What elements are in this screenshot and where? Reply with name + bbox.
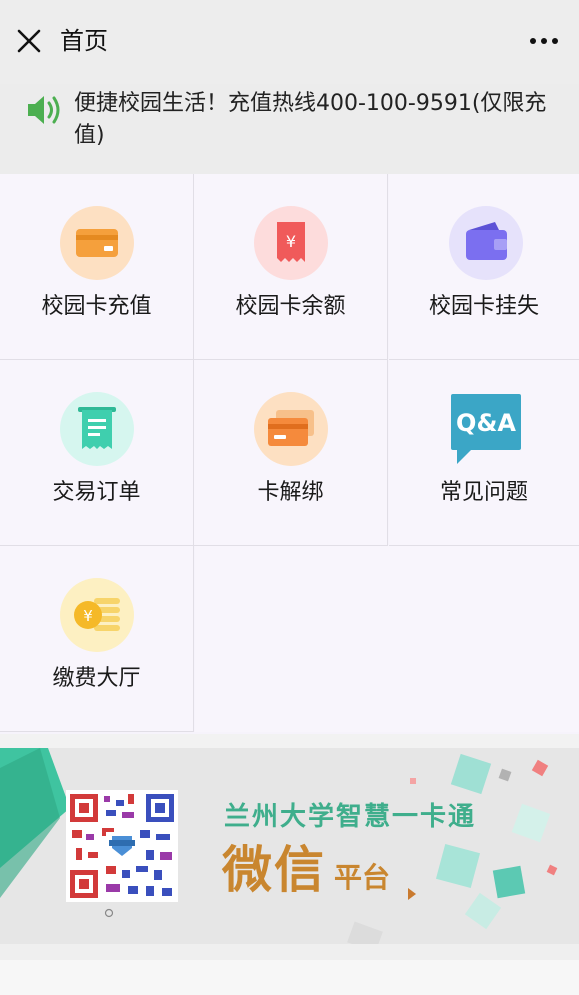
grid-empty-area <box>195 546 579 732</box>
promo-banner[interactable]: 兰州大学智慧一卡通 微信 平台 <box>0 748 579 944</box>
banner-bottom-spacer <box>0 944 579 960</box>
speaker-icon <box>28 96 60 124</box>
close-icon[interactable] <box>14 26 44 56</box>
svg-text:Q&A: Q&A <box>456 409 516 437</box>
qr-code-icon[interactable] <box>66 790 178 902</box>
notice-text: 便捷校园生活！充值热线400-100-9591(仅限充值) <box>74 91 547 148</box>
carousel-dot[interactable] <box>104 908 114 918</box>
svg-text:¥: ¥ <box>83 607 93 625</box>
grid-item-label: 校园卡充值 <box>41 294 152 319</box>
faq-qa-icon: Q&A <box>451 394 521 464</box>
wallet-icon <box>449 206 523 280</box>
more-icon[interactable] <box>527 28 561 54</box>
grid-item-faq[interactable]: Q&A 常见问题 <box>389 360 579 546</box>
banner-platform-text: 平台 <box>334 861 391 894</box>
footer-strip <box>0 960 579 995</box>
grid-item-label: 卡解绑 <box>257 480 324 505</box>
payment-coin-icon: ¥ <box>60 578 134 652</box>
notice-bar: 便捷校园生活！充值热线400-100-9591(仅限充值) <box>0 84 579 174</box>
grid-item-card-unbind[interactable]: 卡解绑 <box>194 360 388 546</box>
banner-wechat-text: 微信 <box>222 841 326 899</box>
function-grid: 校园卡充值 ¥ 校园卡余额 校园卡挂失 交易订单 卡解绑 Q&A 常见问题 ¥ … <box>0 174 579 734</box>
grid-item-label: 校园卡挂失 <box>428 294 539 319</box>
balance-receipt-icon: ¥ <box>254 206 328 280</box>
grid-item-card-recharge[interactable]: 校园卡充值 <box>0 174 194 360</box>
grid-item-label: 常见问题 <box>439 480 528 505</box>
grid-item-label: 缴费大厅 <box>52 666 141 691</box>
page-title: 首页 <box>60 27 108 55</box>
grid-item-card-report-loss[interactable]: 校园卡挂失 <box>389 174 579 360</box>
grid-item-payment-hall[interactable]: ¥ 缴费大厅 <box>0 546 194 732</box>
grid-item-orders[interactable]: 交易订单 <box>0 360 194 546</box>
grid-item-label: 校园卡余额 <box>235 294 346 319</box>
top-bar: 首页 <box>0 0 579 84</box>
grid-item-label: 交易订单 <box>52 480 141 505</box>
svg-text:¥: ¥ <box>286 232 296 251</box>
grid-item-card-balance[interactable]: ¥ 校园卡余额 <box>194 174 388 360</box>
order-receipt-icon <box>60 392 134 466</box>
banner-title: 兰州大学智慧一卡通 <box>224 802 477 832</box>
cards-unbind-icon <box>254 392 328 466</box>
card-recharge-icon <box>60 206 134 280</box>
